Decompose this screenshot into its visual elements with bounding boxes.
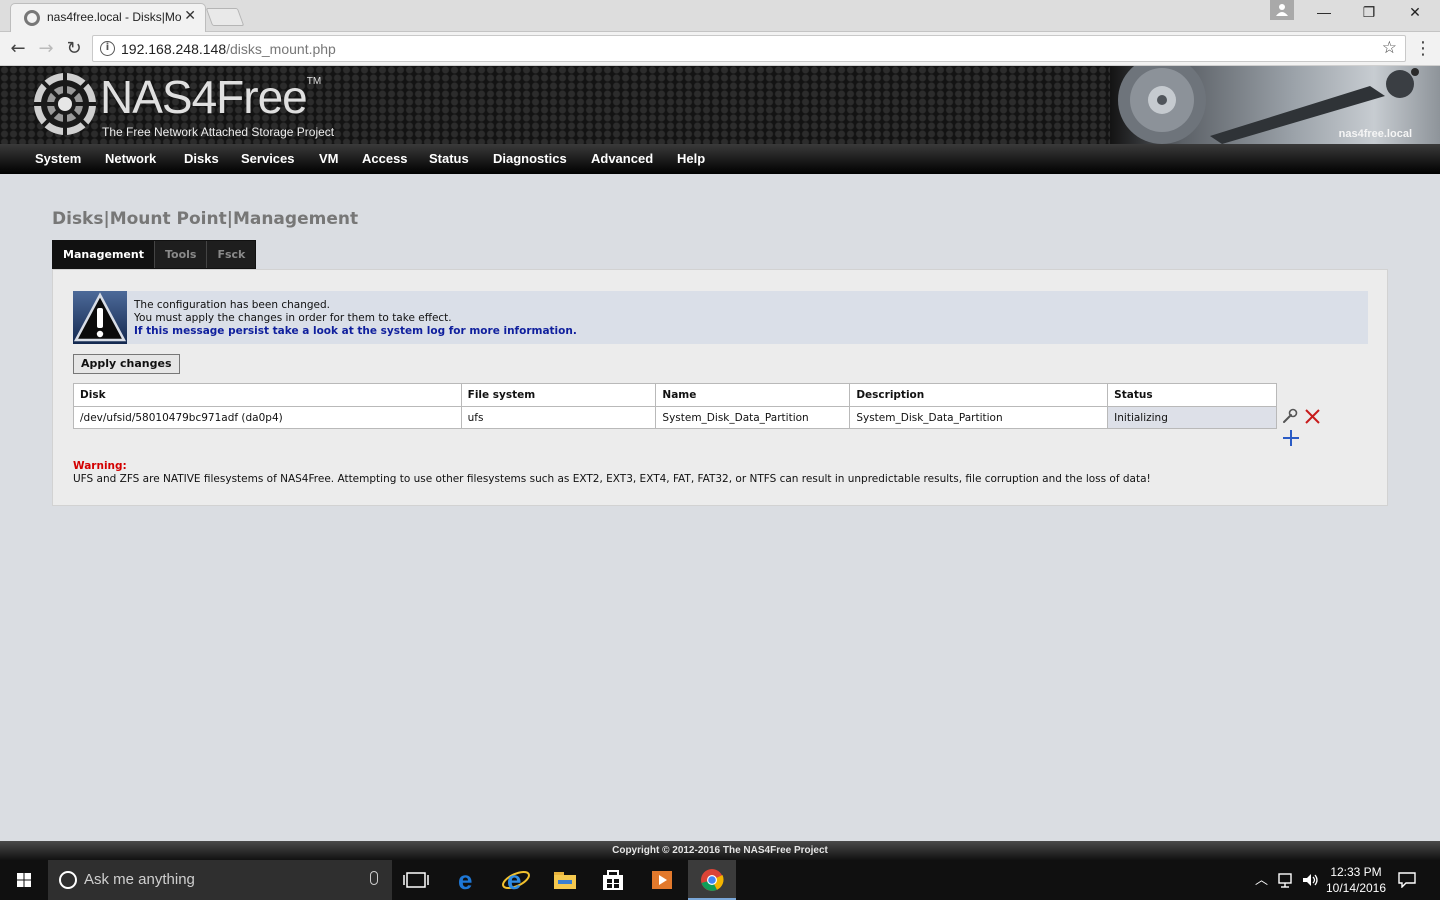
chrome-icon <box>701 869 724 891</box>
table-header-row: Disk File system Name Description Status <box>73 383 1277 407</box>
warning-title: Warning: <box>73 460 127 472</box>
svg-text:e: e <box>458 865 472 895</box>
cell-description: System_Disk_Data_Partition <box>849 406 1109 429</box>
task-view-button[interactable] <box>392 860 440 900</box>
restore-button[interactable]: ❐ <box>1346 4 1392 24</box>
new-tab-button[interactable] <box>205 8 245 26</box>
header-status: Status <box>1107 383 1277 407</box>
nav-advanced[interactable]: Advanced <box>591 151 653 166</box>
cortana-search-box[interactable]: Ask me anything <box>48 860 392 900</box>
network-icon[interactable] <box>1278 872 1296 888</box>
header-name: Name <box>655 383 851 407</box>
store-app[interactable] <box>589 860 637 900</box>
warning-text: UFS and ZFS are NATIVE filesystems of NA… <box>73 473 1151 485</box>
table-row: /dev/ufsid/58010479bc971adf (da0p4) ufs … <box>73 406 1277 429</box>
svg-text:e: e <box>507 865 521 895</box>
nav-help[interactable]: Help <box>677 151 705 166</box>
tab-close-icon[interactable]: ✕ <box>184 8 196 24</box>
person-icon <box>1276 4 1288 16</box>
media-player-app[interactable] <box>638 860 686 900</box>
volume-icon[interactable] <box>1302 872 1320 888</box>
forward-arrow-icon[interactable]: → <box>34 37 58 61</box>
content-panel: The configuration has been changed. You … <box>52 269 1388 506</box>
edit-wrench-icon[interactable] <box>1282 408 1298 424</box>
delete-x-icon[interactable] <box>1305 409 1320 424</box>
edge-icon: e <box>458 865 472 895</box>
cell-file-system: ufs <box>460 406 657 429</box>
config-changed-alert: The configuration has been changed. You … <box>73 291 1368 344</box>
cell-name: System_Disk_Data_Partition <box>655 406 851 429</box>
mount-points-table: Disk File system Name Description Status… <box>73 383 1277 429</box>
start-button[interactable] <box>0 860 48 900</box>
windows-logo-icon <box>17 873 31 887</box>
cell-disk: /dev/ufsid/58010479bc971adf (da0p4) <box>73 406 462 429</box>
nav-network[interactable]: Network <box>105 151 156 166</box>
alert-line-2: You must apply the changes in order for … <box>134 312 452 324</box>
warning-icon <box>73 291 127 344</box>
url-path: /disks_mount.php <box>226 41 336 57</box>
taskbar-clock[interactable]: 12:33 PM 10/14/2016 <box>1320 864 1392 896</box>
nas4free-banner: NAS4FreeTM The Free Network Attached Sto… <box>0 66 1440 144</box>
tab-title: nas4free.local - Disks|Mo <box>47 10 182 24</box>
alert-line-1: The configuration has been changed. <box>134 299 330 311</box>
header-disk: Disk <box>73 383 462 407</box>
header-file-system: File system <box>460 383 657 407</box>
minimize-button[interactable]: — <box>1301 4 1347 24</box>
tab-tools[interactable]: Tools <box>155 241 208 268</box>
nav-system[interactable]: System <box>35 151 81 166</box>
store-bag-icon <box>603 870 623 890</box>
action-center-icon[interactable] <box>1398 872 1416 888</box>
page-footer: Copyright © 2012-2016 The NAS4Free Proje… <box>0 841 1440 860</box>
profile-button[interactable] <box>1270 0 1294 20</box>
microphone-icon[interactable] <box>370 871 378 885</box>
cortana-icon <box>59 871 77 889</box>
nas4free-logo-icon <box>34 73 96 135</box>
nav-diagnostics[interactable]: Diagnostics <box>493 151 567 166</box>
media-player-icon <box>652 871 672 889</box>
page-title: Disks|Mount Point|Management <box>52 209 359 229</box>
nav-services[interactable]: Services <box>241 151 295 166</box>
back-arrow-icon[interactable]: ← <box>6 37 30 61</box>
clock-date: 10/14/2016 <box>1325 881 1387 895</box>
task-view-icon <box>403 872 429 888</box>
logo-text: NAS4FreeTM <box>100 71 322 123</box>
info-icon[interactable]: i <box>100 41 115 56</box>
header-description: Description <box>849 383 1109 407</box>
address-bar[interactable]: i 192.168.248.148/disks_mount.php ☆ <box>92 35 1406 62</box>
edge-app[interactable]: e <box>443 860 491 900</box>
main-navbar: System Network Disks Services VM Access … <box>0 144 1440 174</box>
browser-tabstrip: nas4free.local - Disks|Mo ✕ — ❐ ✕ <box>0 0 1440 33</box>
url-text[interactable]: 192.168.248.148/disks_mount.php <box>121 41 336 57</box>
file-explorer-app[interactable] <box>541 860 589 900</box>
add-plus-icon[interactable] <box>1283 430 1299 446</box>
nav-access[interactable]: Access <box>362 151 408 166</box>
browser-menu-icon[interactable]: ⋮ <box>1414 38 1432 59</box>
show-hidden-icons-chevron-icon[interactable]: ︿ <box>1255 869 1268 888</box>
nav-vm[interactable]: VM <box>319 151 339 166</box>
url-host: 192.168.248.148 <box>121 41 227 57</box>
browser-tab[interactable]: nas4free.local - Disks|Mo ✕ <box>10 3 206 33</box>
bookmark-star-icon[interactable]: ☆ <box>1382 38 1397 58</box>
internet-explorer-app[interactable]: e <box>492 860 540 900</box>
window-close-button[interactable]: ✕ <box>1392 4 1438 24</box>
internet-explorer-icon: e <box>502 865 530 895</box>
folder-icon <box>554 872 576 889</box>
alert-line-3: If this message persist take a look at t… <box>134 325 577 337</box>
reload-icon[interactable]: ↻ <box>62 37 86 61</box>
nas4free-favicon-icon <box>24 10 40 26</box>
hostname-label: nas4free.local <box>1338 128 1412 140</box>
nav-disks[interactable]: Disks <box>184 151 219 166</box>
cell-status: Initializing <box>1107 406 1277 429</box>
windows-taskbar: Ask me anything e e ︿ 12:33 PM 10/14/201… <box>0 860 1440 900</box>
tab-management[interactable]: Management <box>53 241 155 268</box>
page-tabs: Management Tools Fsck <box>52 240 257 269</box>
browser-toolbar: ← → ↻ i 192.168.248.148/disks_mount.php … <box>0 32 1440 66</box>
tab-fsck[interactable]: Fsck <box>207 241 255 268</box>
logo-tagline: The Free Network Attached Storage Projec… <box>102 125 335 139</box>
apply-changes-button[interactable]: Apply changes <box>73 354 180 374</box>
chrome-app[interactable] <box>688 860 736 900</box>
nav-status[interactable]: Status <box>429 151 469 166</box>
search-placeholder: Ask me anything <box>84 871 195 888</box>
clock-time: 12:33 PM <box>1330 865 1382 879</box>
